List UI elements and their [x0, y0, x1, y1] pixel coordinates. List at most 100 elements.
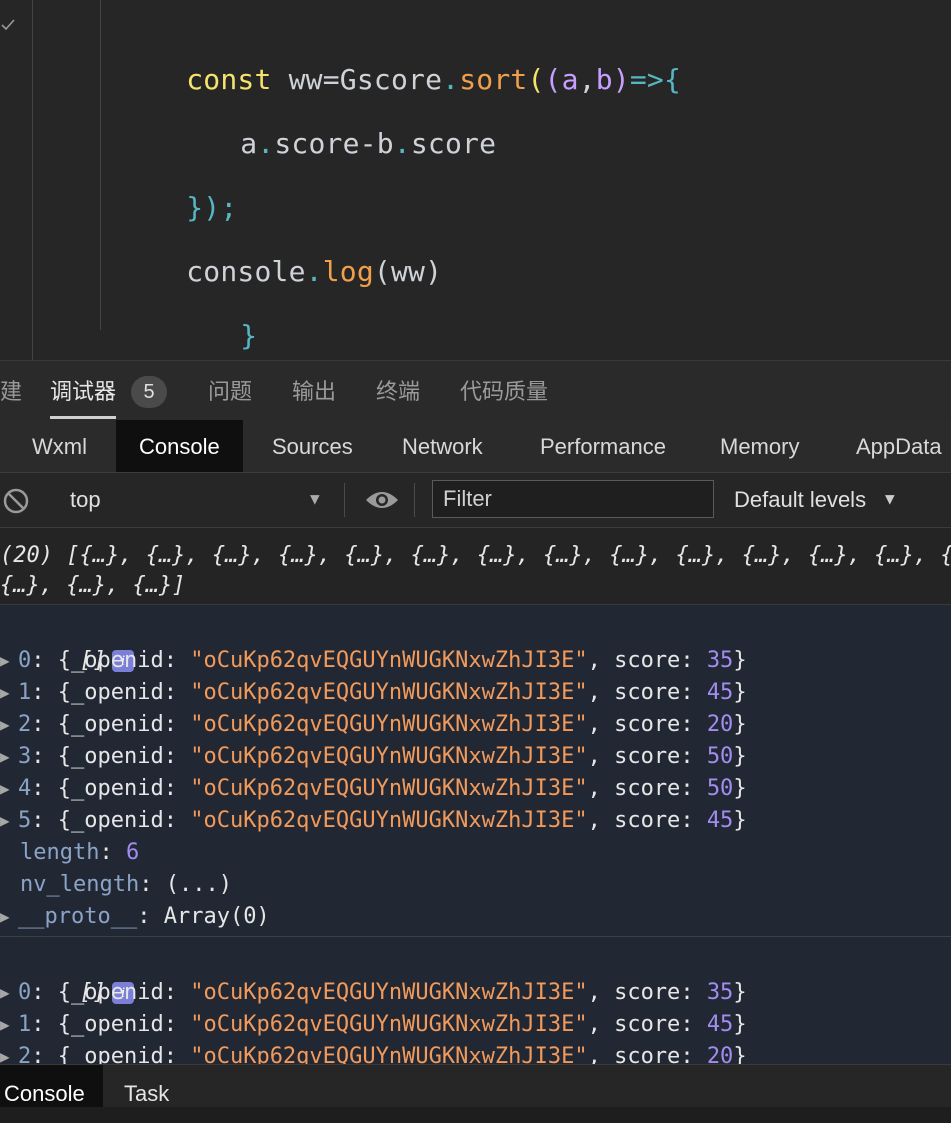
nv-length-row[interactable]: nv_length: (...) — [20, 869, 232, 901]
openid-value: "oCuKp62qvEQGUYnWUGKNxwZhJI3E" — [190, 1012, 588, 1037]
score-key: score — [614, 712, 681, 737]
console-output[interactable]: (20) [{…}, {…}, {…}, {…}, {…}, {…}, {…},… — [0, 528, 951, 1064]
openid-value: "oCuKp62qvEQGUYnWUGKNxwZhJI3E" — [190, 1044, 588, 1064]
openid-value: "oCuKp62qvEQGUYnWUGKNxwZhJI3E" — [190, 808, 588, 833]
tab-appdata[interactable]: AppData — [856, 420, 942, 472]
tab-build-partial[interactable]: 建 — [0, 361, 22, 421]
expand-triangle-icon[interactable]: ▶ — [0, 677, 18, 709]
context-select[interactable]: top — [70, 485, 101, 515]
tab-problems[interactable]: 问题 — [208, 361, 252, 421]
score-value: 50 — [706, 776, 734, 801]
openid-value: "oCuKp62qvEQGUYnWUGKNxwZhJI3E" — [190, 680, 588, 705]
drawer-tab-bar: Console Task — [0, 1064, 951, 1107]
code-token: . — [257, 127, 275, 160]
score-key: score — [614, 1044, 681, 1064]
tab-network[interactable]: Network — [402, 420, 483, 472]
expand-triangle-icon[interactable]: ▶ — [0, 805, 18, 837]
openid-value: "oCuKp62qvEQGUYnWUGKNxwZhJI3E" — [190, 712, 588, 737]
nv-length-value[interactable]: (...) — [166, 872, 232, 897]
row-index: 3 — [18, 744, 32, 769]
console-message[interactable]: [] i ▶ 0: {_openid: "oCuKp62qvEQGUYnWUGKNx… — [0, 937, 951, 1064]
proto-row[interactable]: ▶ __proto__: Array(0) — [0, 901, 270, 933]
openid-key: _openid — [71, 1044, 164, 1064]
score-key: score — [614, 1012, 681, 1037]
expand-triangle-icon[interactable]: ▶ — [0, 709, 18, 741]
object-row[interactable]: ▶ 2: {_openid: "oCuKp62qvEQGUYnWUGKNxwZhJ… — [0, 1041, 747, 1064]
row-index: 1 — [18, 680, 32, 705]
tab-wxml[interactable]: Wxml — [32, 420, 87, 472]
tab-debugger[interactable]: 调试器 — [50, 361, 116, 421]
code-token: log — [322, 255, 374, 288]
score-key: score — [614, 680, 681, 705]
object-row[interactable]: ▶ 5: {_openid: "oCuKp62qvEQGUYnWUGKNxwZhJ… — [0, 805, 747, 837]
chevron-down-icon[interactable]: ▼ — [310, 489, 320, 508]
expand-triangle-icon[interactable]: ▶ — [0, 977, 18, 1009]
code-token: a — [561, 63, 579, 96]
code-token: => — [629, 63, 664, 96]
code-token: , — [578, 63, 596, 96]
indent-guide — [32, 0, 33, 360]
score-value: 45 — [706, 808, 734, 833]
object-row[interactable]: ▶ 2: {_openid: "oCuKp62qvEQGUYnWUGKNxwZhJ… — [0, 709, 747, 741]
score-value: 50 — [706, 744, 734, 769]
log-levels-select[interactable]: Default levels — [734, 485, 866, 515]
tab-sources[interactable]: Sources — [272, 420, 353, 472]
code-token: score — [274, 127, 360, 160]
openid-value: "oCuKp62qvEQGUYnWUGKNxwZhJI3E" — [190, 744, 588, 769]
tab-console[interactable]: Console — [116, 420, 243, 472]
tab-terminal[interactable]: 终端 — [376, 361, 420, 421]
openid-value: "oCuKp62qvEQGUYnWUGKNxwZhJI3E" — [190, 776, 588, 801]
code-token: b — [595, 63, 613, 96]
expand-triangle-icon[interactable]: ▶ — [0, 741, 18, 773]
eye-icon[interactable] — [364, 488, 400, 512]
filter-input[interactable] — [432, 480, 714, 518]
score-value: 35 — [706, 980, 734, 1005]
expand-triangle-icon[interactable]: ▶ — [0, 1009, 18, 1041]
row-index: 5 — [18, 808, 32, 833]
array-summary-line[interactable]: (20) [{…}, {…}, {…}, {…}, {…}, {…}, {…},… — [0, 540, 951, 572]
code-token: - — [359, 127, 377, 160]
length-key: length — [20, 840, 100, 865]
length-value: 6 — [125, 840, 140, 865]
tab-code-quality[interactable]: 代码质量 — [460, 361, 548, 421]
active-tab-indicator — [50, 416, 116, 419]
code-token: ( — [373, 255, 391, 288]
console-toolbar: top ▼ Default levels ▼ — [0, 473, 951, 528]
score-value: 20 — [706, 712, 734, 737]
length-row: length: 6 — [20, 840, 140, 865]
expand-triangle-icon[interactable]: ▶ — [0, 901, 18, 933]
console-message[interactable]: [] i ▶ 0: {_openid: "oCuKp62qvEQGUYnWUGKNx… — [0, 605, 951, 937]
object-row[interactable]: ▶ 4: {_openid: "oCuKp62qvEQGUYnWUGKNxwZhJ… — [0, 773, 747, 805]
object-row[interactable]: ▶ 3: {_openid: "oCuKp62qvEQGUYnWUGKNxwZhJ… — [0, 741, 747, 773]
tab-drawer-console[interactable]: Console — [0, 1065, 103, 1107]
openid-value: "oCuKp62qvEQGUYnWUGKNxwZhJI3E" — [190, 980, 588, 1005]
openid-key: _openid — [71, 776, 164, 801]
expand-triangle-icon[interactable]: ▶ — [0, 1041, 18, 1064]
clear-console-icon[interactable] — [2, 487, 30, 515]
code-token: a — [240, 127, 258, 160]
object-row[interactable]: ▶ 1: {_openid: "oCuKp62qvEQGUYnWUGKNxwZhJ… — [0, 677, 747, 709]
object-row[interactable]: ▶ 1: {_openid: "oCuKp62qvEQGUYnWUGKNxwZhJ… — [0, 1009, 747, 1041]
object-row[interactable]: ▶ 0: {_openid: "oCuKp62qvEQGUYnWUGKNxwZhJ… — [0, 645, 747, 677]
row-index: 2 — [18, 712, 32, 737]
openid-key: _openid — [71, 808, 164, 833]
nv-length-key: nv_length — [20, 872, 140, 897]
code-editor[interactable]: const ww=Gscore.sort((a,b)=>{ a.score-b.… — [0, 0, 951, 360]
tab-output[interactable]: 输出 — [292, 361, 336, 421]
expand-triangle-icon[interactable]: ▶ — [0, 645, 18, 677]
openid-key: _openid — [71, 980, 164, 1005]
tab-task[interactable]: Task — [124, 1065, 169, 1107]
tab-performance[interactable]: Performance — [540, 420, 666, 472]
console-message[interactable]: (20) [{…}, {…}, {…}, {…}, {…}, {…}, {…},… — [0, 528, 951, 605]
chevron-down-icon[interactable]: ▼ — [885, 489, 895, 508]
row-index: 0 — [18, 648, 32, 673]
code-line-5: } — [172, 282, 257, 360]
object-row[interactable]: ▶ 0: {_openid: "oCuKp62qvEQGUYnWUGKNxwZhJ… — [0, 977, 747, 1009]
score-value: 45 — [706, 680, 734, 705]
row-index: 4 — [18, 776, 32, 801]
row-index: 1 — [18, 1012, 32, 1037]
expand-triangle-icon[interactable]: ▶ — [0, 773, 18, 805]
tab-memory[interactable]: Memory — [720, 420, 799, 472]
code-token: } — [240, 319, 258, 352]
indent-guide — [100, 0, 101, 330]
